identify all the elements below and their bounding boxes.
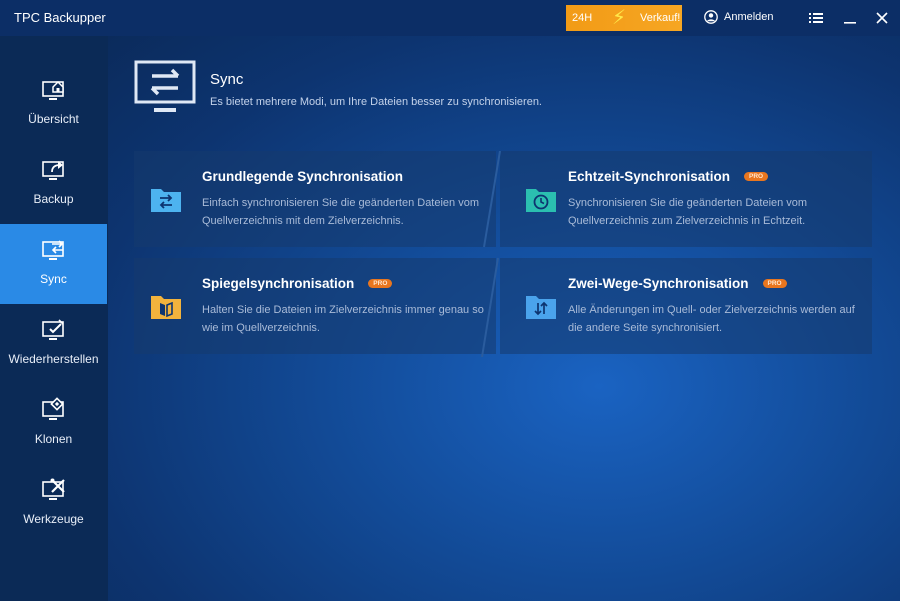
sidebar-item-label: Übersicht <box>28 112 79 126</box>
two-way-sync-card[interactable]: Zwei-Wege-Synchronisation PRO Alle Änderu… <box>500 258 872 354</box>
sidebar-item-label: Sync <box>40 272 67 286</box>
card-description: Synchronisieren Sie die geänderten Datei… <box>568 197 808 227</box>
basic-sync-card[interactable]: Grundlegende Synchronisation Einfach syn… <box>134 151 496 247</box>
sidebar-item-label: Backup <box>33 192 74 206</box>
title-bar: TPC Backupper 24H ⚡ Verkauf! Anmelden <box>0 0 900 36</box>
app-title: TPC Backupper <box>14 10 106 25</box>
sidebar-item-backup[interactable]: Backup <box>0 144 107 224</box>
minimize-button[interactable] <box>840 8 860 28</box>
sidebar: Übersicht Backup Sync Wiederherstellen K… <box>0 36 108 601</box>
card-divider <box>481 151 501 357</box>
close-button[interactable] <box>872 8 892 28</box>
monitor-sync-icon <box>41 240 64 260</box>
lightning-icon: ⚡ <box>612 7 627 29</box>
monitor-tools-icon <box>41 478 65 500</box>
pro-badge: PRO <box>762 279 787 288</box>
sidebar-item-label: Wiederherstellen <box>8 352 99 366</box>
folder-clock-icon <box>526 189 556 212</box>
pro-badge: PRO <box>744 172 769 181</box>
minimize-icon <box>844 22 856 24</box>
sidebar-item-clone[interactable]: Klonen <box>0 384 107 464</box>
card-title: Echtzeit-Synchronisation PRO <box>568 169 769 184</box>
sidebar-item-restore[interactable]: Wiederherstellen <box>0 304 107 384</box>
sidebar-item-overview[interactable]: Übersicht <box>0 64 107 144</box>
page-subtitle: Es bietet mehrere Modi, um Ihre Dateien … <box>210 96 542 108</box>
monitor-export-icon <box>41 161 64 180</box>
card-title: Spiegelsynchronisation PRO <box>202 276 393 291</box>
main-content: Sync Es bietet mehrere Modi, um Ihre Dat… <box>108 36 900 601</box>
user-icon <box>704 10 718 24</box>
promo-banner[interactable]: 24H ⚡ Verkauf! <box>566 5 682 31</box>
card-description: Einfach synchronisieren Sie die geändert… <box>202 197 479 227</box>
pro-badge: PRO <box>368 279 393 288</box>
folder-twoway-icon <box>526 296 556 319</box>
card-description: Halten Sie die Dateien im Zielverzeichni… <box>202 304 484 334</box>
folder-mirror-icon <box>151 296 181 319</box>
sync-monitor-icon <box>134 60 196 112</box>
sidebar-item-sync[interactable]: Sync <box>0 224 107 304</box>
folder-sync-icon <box>151 189 181 212</box>
menu-button[interactable] <box>806 8 826 28</box>
promo-sale-label: Verkauf! <box>640 12 681 24</box>
sidebar-item-label: Klonen <box>34 432 73 446</box>
promo-24h-label: 24H <box>572 12 593 24</box>
card-description: Alle Änderungen im Quell- oder Zielverze… <box>568 304 855 334</box>
menu-icon <box>809 13 823 23</box>
mirror-sync-card[interactable]: Spiegelsynchronisation PRO Halten Sie die… <box>134 258 496 354</box>
sidebar-item-tools[interactable]: Werkzeuge <box>0 464 107 544</box>
login-button[interactable]: Anmelden <box>704 10 774 24</box>
close-icon <box>876 12 888 24</box>
realtime-sync-card[interactable]: Echtzeit-Synchronisation PRO Synchronisie… <box>500 151 872 247</box>
monitor-clone-icon <box>41 397 64 420</box>
monitor-home-icon <box>41 80 64 100</box>
page-title: Sync <box>210 71 244 88</box>
monitor-check-icon <box>41 319 64 340</box>
card-title: Zwei-Wege-Synchronisation PRO <box>568 276 787 291</box>
login-label: Anmelden <box>724 11 774 23</box>
sidebar-item-label: Werkzeuge <box>23 512 84 526</box>
card-title: Grundlegende Synchronisation <box>202 169 404 184</box>
